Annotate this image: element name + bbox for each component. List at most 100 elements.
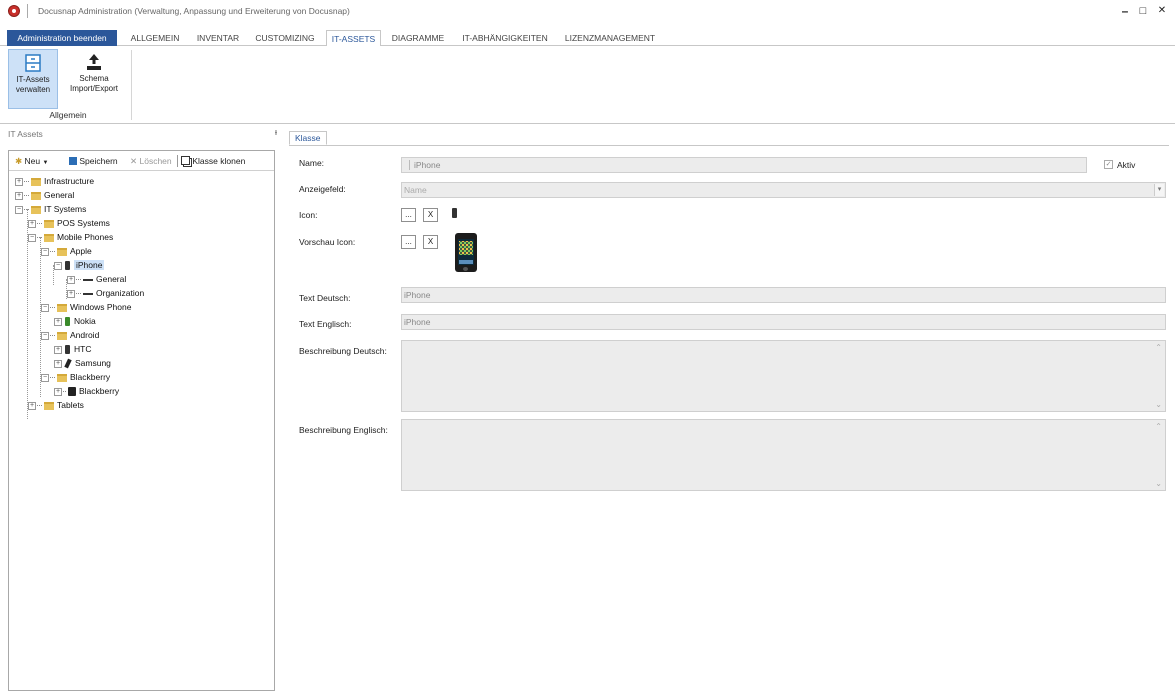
name-input[interactable]: iPhone [401,157,1087,173]
scroll-up-icon[interactable]: ⌃ [1155,422,1162,431]
tab-it-abhaengigkeiten[interactable]: IT-ABHÄNGIGKEITEN [456,30,554,46]
tree-node-windows-phone[interactable]: − Windows Phone [41,301,131,314]
collapse-icon[interactable]: − [41,331,49,340]
expand-icon[interactable]: + [54,359,62,368]
it-assets-verwalten-button[interactable]: IT-Assets verwalten [8,49,58,109]
collapse-icon[interactable]: − [41,373,49,382]
iphone-preview-icon [455,233,477,272]
display-field-select[interactable]: Name ▾ [401,182,1166,198]
desc-de-textarea[interactable]: ⌃ ⌄ [401,340,1166,412]
clone-label: Klasse klonen [192,156,246,166]
expand-icon[interactable]: + [28,219,36,228]
aktiv-checkbox[interactable]: ✓ [1104,160,1113,169]
expand-icon[interactable]: + [54,345,62,354]
icon-clear-button[interactable]: X [423,208,438,222]
iphone-screen [458,239,474,265]
tree-node-htc[interactable]: + HTC [54,343,91,356]
text-de-input[interactable]: iPhone [401,287,1166,303]
expand-icon[interactable]: + [67,289,75,298]
tab-allgemein[interactable]: ALLGEMEIN [124,30,186,46]
save-label: Speichern [79,156,118,166]
minimize-button[interactable]: – [1116,3,1134,19]
tab-administration-beenden[interactable]: Administration beenden [7,30,117,46]
tree-node-apple[interactable]: − Apple [41,245,92,258]
tree-node-iphone-organization[interactable]: + Organization [67,287,144,300]
delete-button[interactable]: ✕ Löschen [130,156,172,167]
phone-icon [65,317,70,327]
icon-browse-button[interactable]: ... [401,208,416,222]
expand-icon[interactable]: + [54,387,62,396]
tab-diagramme[interactable]: DIAGRAMME [386,30,450,46]
ribbon: IT-Assets verwalten Schema Import/Export… [0,46,1175,124]
preview-browse-button[interactable]: ... [401,235,416,249]
collapse-icon[interactable]: − [15,205,23,214]
new-button[interactable]: ✱ Neu ▼ [15,156,48,167]
tree-node-blackberry-folder[interactable]: − Blackberry [41,371,110,384]
tab-customizing[interactable]: CUSTOMIZING [250,30,320,46]
expand-icon[interactable]: + [28,401,36,410]
tree-node-nokia[interactable]: + Nokia [54,315,96,328]
tree-node-pos-systems[interactable]: + POS Systems [28,217,110,230]
new-label: Neu [24,156,41,166]
tree-node-general[interactable]: + General [15,189,74,202]
name-value: iPhone [414,160,441,170]
save-button[interactable]: Speichern [69,156,118,166]
tree-node-iphone[interactable]: − iPhone [54,259,105,272]
schema-import-export-button[interactable]: Schema Import/Export [60,49,128,109]
expand-icon[interactable]: + [67,275,75,284]
tree-node-samsung[interactable]: + Samsung [54,357,111,370]
expand-icon[interactable]: + [54,317,62,326]
clone-icon [181,156,190,165]
tree-node-label: Blackberry [70,372,111,382]
save-icon [69,157,77,165]
collapse-icon[interactable]: − [54,261,62,270]
folder-icon [57,303,67,312]
tree-node-label: Apple [70,246,92,256]
tree-node-tablets[interactable]: + Tablets [28,399,84,412]
expand-icon[interactable]: + [15,191,23,200]
toolbar-separator [177,155,178,167]
text-de-label: Text Deutsch: [299,293,351,303]
close-button[interactable]: ✕ [1153,3,1171,19]
pin-icon[interactable]: ᵻ [275,127,277,137]
tree-node-mobile-phones[interactable]: − Mobile Phones [28,231,113,244]
phone-icon [65,261,70,271]
text-en-input[interactable]: iPhone [401,314,1166,330]
attribute-group-icon [83,278,93,281]
tab-lizenzmanagement[interactable]: LIZENZMANAGEMENT [560,30,660,46]
tab-it-assets[interactable]: IT-ASSETS [326,30,381,47]
desc-en-textarea[interactable]: ⌃ ⌄ [401,419,1166,491]
collapse-icon[interactable]: − [41,247,49,256]
iphone-small-icon [452,208,457,218]
collapse-icon[interactable]: − [41,303,49,312]
chevron-down-icon[interactable]: ▾ [1154,184,1164,196]
tree-node-android[interactable]: − Android [41,329,99,342]
scroll-down-icon[interactable]: ⌄ [1155,400,1162,409]
phone-icon [65,345,70,355]
tree-node-it-systems[interactable]: − IT Systems [15,203,86,216]
tab-inventar[interactable]: INVENTAR [192,30,244,46]
text-en-label: Text Englisch: [299,319,352,329]
scroll-up-icon[interactable]: ⌃ [1155,343,1162,352]
tree-node-infrastructure[interactable]: + Infrastructure [15,175,94,188]
title-separator [27,4,28,18]
folder-icon [57,331,67,340]
preview-clear-button[interactable]: X [423,235,438,249]
clone-class-button[interactable]: Klasse klonen [181,156,245,166]
folder-icon [57,373,67,382]
folder-icon [31,177,41,186]
it-assets-label-line1: IT-Assets [16,75,50,84]
tree-node-blackberry[interactable]: + Blackberry [54,385,119,398]
collapse-icon[interactable]: − [28,233,36,242]
tree-node-label: POS Systems [57,218,110,228]
new-icon: ✱ [15,156,23,166]
tree-node-label: Blackberry [79,386,120,396]
tab-klasse[interactable]: Klasse [289,131,327,145]
maximize-button[interactable]: □ [1134,3,1152,19]
folder-icon [44,401,54,410]
tree-node-label: General [96,274,127,284]
scroll-down-icon[interactable]: ⌄ [1155,479,1162,488]
tree-node-iphone-general[interactable]: + General [67,273,126,286]
blackberry-icon [68,387,76,397]
expand-icon[interactable]: + [15,177,23,186]
